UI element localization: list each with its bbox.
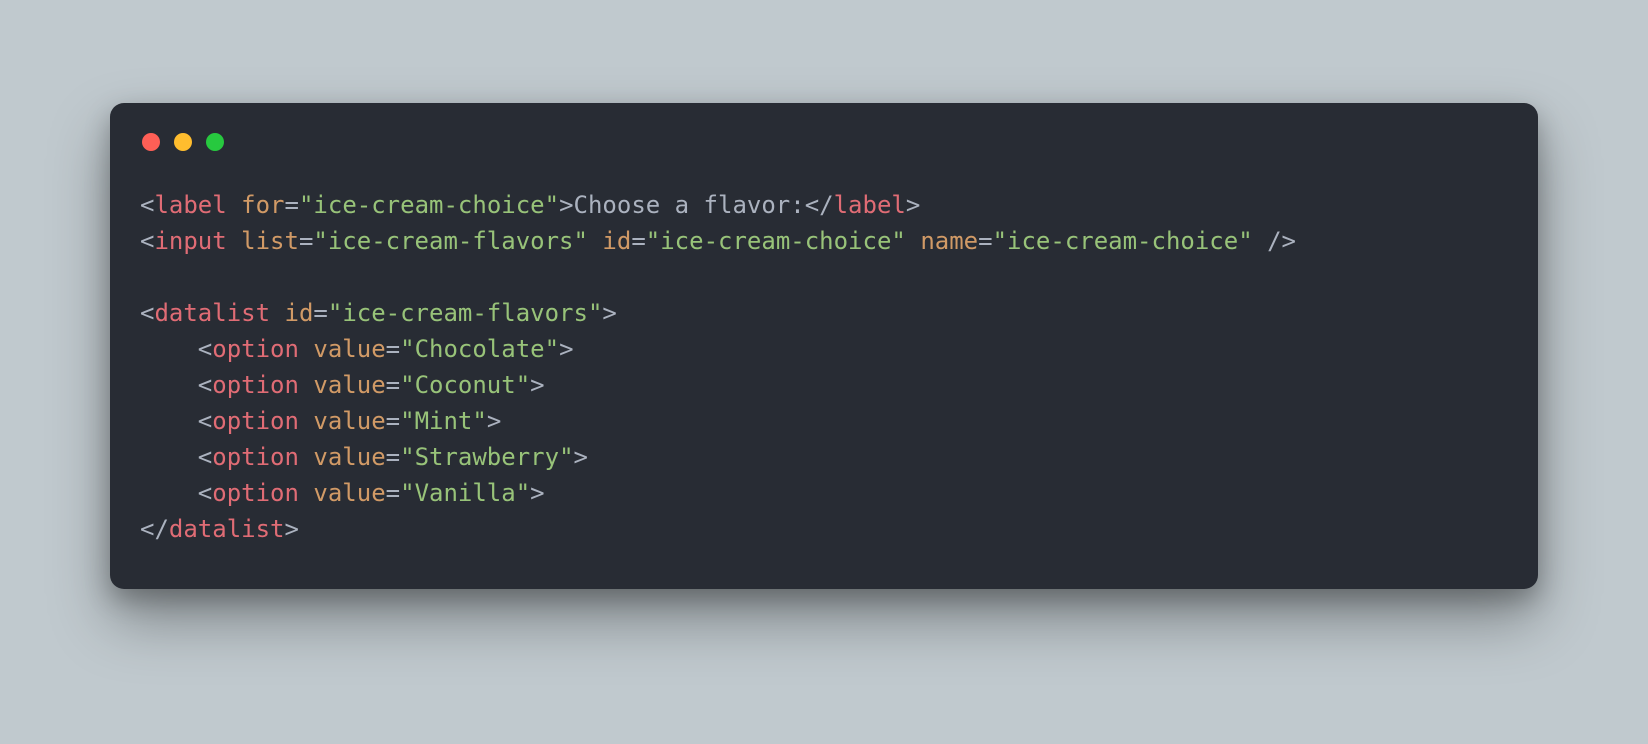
attr-id: id bbox=[602, 227, 631, 255]
tag-label-close: label bbox=[834, 191, 906, 219]
tag-option: option bbox=[212, 335, 299, 363]
tag-option: option bbox=[212, 479, 299, 507]
attr-value: value bbox=[313, 479, 385, 507]
tag-option: option bbox=[212, 371, 299, 399]
attr-value: value bbox=[313, 371, 385, 399]
option-1: Chocolate bbox=[415, 335, 545, 363]
attr-for: for bbox=[241, 191, 284, 219]
attr-value: value bbox=[313, 443, 385, 471]
minimize-icon[interactable] bbox=[174, 133, 192, 151]
value-name: ice-cream-choice bbox=[1007, 227, 1238, 255]
attr-value: value bbox=[313, 407, 385, 435]
option-3: Mint bbox=[415, 407, 473, 435]
attr-value: value bbox=[313, 335, 385, 363]
window-traffic-lights bbox=[142, 133, 1508, 151]
code-window: <label for="ice-cream-choice">Choose a f… bbox=[110, 103, 1538, 589]
tag-datalist-close: datalist bbox=[169, 515, 285, 543]
value-for: ice-cream-choice bbox=[313, 191, 544, 219]
option-2: Coconut bbox=[415, 371, 516, 399]
tag-input: input bbox=[154, 227, 226, 255]
close-icon[interactable] bbox=[142, 133, 160, 151]
option-5: Vanilla bbox=[415, 479, 516, 507]
option-4: Strawberry bbox=[415, 443, 560, 471]
code-block: <label for="ice-cream-choice">Choose a f… bbox=[140, 187, 1508, 547]
label-text: Choose a flavor: bbox=[574, 191, 805, 219]
tag-label: label bbox=[154, 191, 226, 219]
value-list: ice-cream-flavors bbox=[328, 227, 574, 255]
tag-option: option bbox=[212, 407, 299, 435]
attr-datalist-id: id bbox=[285, 299, 314, 327]
tag-datalist: datalist bbox=[154, 299, 270, 327]
tag-option: option bbox=[212, 443, 299, 471]
value-id: ice-cream-choice bbox=[660, 227, 891, 255]
attr-name: name bbox=[920, 227, 978, 255]
value-datalist-id: ice-cream-flavors bbox=[342, 299, 588, 327]
attr-list: list bbox=[241, 227, 299, 255]
maximize-icon[interactable] bbox=[206, 133, 224, 151]
